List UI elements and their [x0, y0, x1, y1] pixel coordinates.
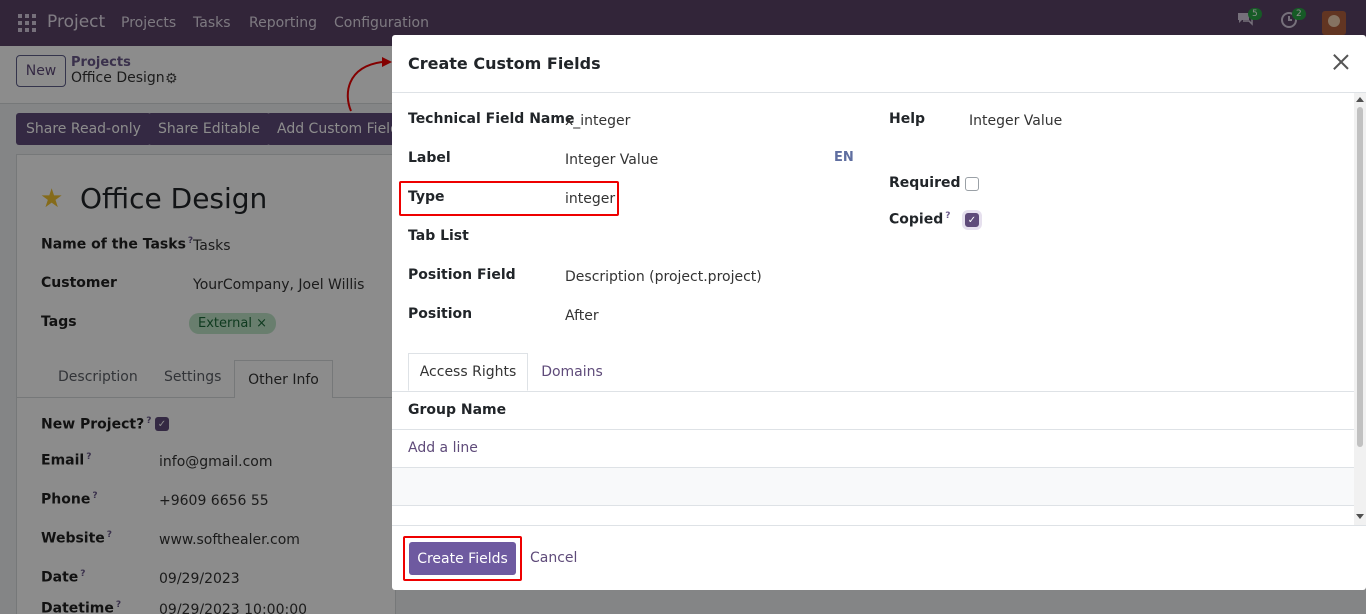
position-field-input[interactable]: Description (project.project): [565, 269, 762, 285]
modal-scrollbar[interactable]: [1354, 93, 1366, 525]
type-select[interactable]: integer: [565, 191, 615, 207]
label-help: Help: [889, 111, 926, 127]
modal-title: Create Custom Fields: [408, 54, 601, 73]
label-label: Label: [408, 150, 451, 166]
add-line-link[interactable]: Add a line: [408, 440, 478, 456]
modal-tabs-divider: [392, 391, 1354, 392]
grid-empty-row: [392, 468, 1354, 505]
label-input[interactable]: Integer Value: [565, 152, 658, 168]
create-custom-fields-dialog: Create Custom Fields Technical Field Nam…: [392, 35, 1366, 590]
label-tab-list: Tab List: [408, 228, 469, 244]
grid-header-divider: [392, 429, 1354, 430]
create-fields-button[interactable]: Create Fields: [409, 542, 516, 575]
tab-access-rights[interactable]: Access Rights: [408, 353, 528, 391]
label-technical-field-name: Technical Field Name: [408, 111, 575, 127]
scroll-up-icon[interactable]: [1356, 97, 1364, 102]
tab-domains[interactable]: Domains: [532, 353, 612, 391]
required-checkbox[interactable]: [965, 177, 979, 191]
create-button-highlight: Create Fields: [403, 536, 522, 581]
technical-field-name-input[interactable]: x_integer: [565, 113, 630, 129]
grid-bottom-divider: [392, 505, 1354, 506]
help-input[interactable]: Integer Value: [969, 113, 1062, 129]
label-copied: Copied?: [889, 211, 951, 228]
modal-header: Create Custom Fields: [392, 35, 1366, 93]
tab-list-input[interactable]: [565, 228, 815, 248]
scroll-thumb[interactable]: [1357, 107, 1363, 447]
label-required: Required: [889, 175, 961, 191]
cancel-button[interactable]: Cancel: [530, 550, 577, 566]
grid-header-group-name[interactable]: Group Name: [408, 402, 506, 418]
language-button[interactable]: EN: [834, 150, 854, 165]
label-position-field: Position Field: [408, 267, 516, 283]
label-type: Type: [408, 189, 445, 205]
scroll-down-icon[interactable]: [1356, 514, 1364, 519]
copied-checkbox[interactable]: ✓: [965, 213, 979, 227]
close-icon[interactable]: [1330, 51, 1352, 73]
position-select[interactable]: After: [565, 308, 599, 324]
label-position: Position: [408, 306, 473, 322]
modal-footer: Create Fields Cancel: [392, 525, 1366, 590]
